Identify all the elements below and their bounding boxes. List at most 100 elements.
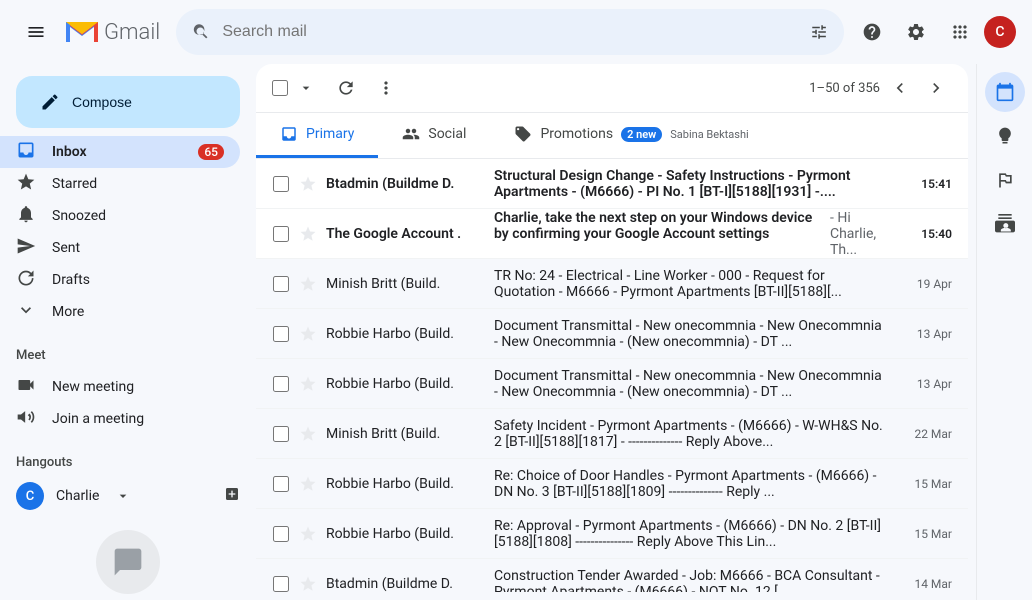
account-avatar[interactable]: C bbox=[984, 16, 1016, 48]
sender-1: Btadmin (Buildme D. bbox=[326, 176, 486, 192]
inbox-icon bbox=[16, 140, 36, 164]
sender-2: The Google Account . bbox=[326, 226, 486, 242]
sidebar-item-starred[interactable]: Starred bbox=[0, 168, 240, 200]
time-4: 13 Apr bbox=[902, 327, 952, 341]
starred-icon bbox=[16, 172, 36, 196]
email-row-5[interactable]: Robbie Harbo (Build. Document Transmitta… bbox=[256, 359, 968, 409]
email-checkbox-6[interactable] bbox=[272, 425, 290, 443]
sender-9: Btadmin (Buildme D. bbox=[326, 576, 486, 592]
star-7[interactable] bbox=[298, 475, 318, 493]
email-checkbox-5[interactable] bbox=[272, 375, 290, 393]
sidebar-item-snoozed[interactable]: Snoozed bbox=[0, 200, 240, 232]
tasks-icon-button[interactable] bbox=[985, 160, 1025, 200]
inbox-label: Inbox bbox=[52, 144, 198, 160]
meet-section: Meet New meeting Join a meeting bbox=[0, 332, 256, 435]
checkbox-5[interactable] bbox=[273, 376, 289, 392]
subject-9: Construction Tender Awarded - Job: M6666… bbox=[494, 568, 886, 593]
star-3[interactable] bbox=[298, 275, 318, 293]
star-8[interactable] bbox=[298, 525, 318, 543]
mail-toolbar: 1–50 of 356 bbox=[256, 64, 968, 113]
keep-icon-button[interactable] bbox=[985, 116, 1025, 156]
gmail-logo: Gmail bbox=[64, 18, 160, 46]
tab-primary[interactable]: Primary bbox=[256, 113, 378, 158]
email-row-7[interactable]: Robbie Harbo (Build. Re: Choice of Door … bbox=[256, 459, 968, 509]
email-row-4[interactable]: Robbie Harbo (Build. Document Transmitta… bbox=[256, 309, 968, 359]
email-checkbox-4[interactable] bbox=[272, 325, 290, 343]
primary-tab-label: Primary bbox=[306, 126, 354, 142]
sent-icon bbox=[16, 236, 36, 260]
checkbox-8[interactable] bbox=[273, 526, 289, 542]
checkbox-2[interactable] bbox=[273, 226, 289, 242]
hangout-avatar: C bbox=[16, 482, 44, 510]
email-list: Btadmin (Buildme D. Structural Design Ch… bbox=[256, 159, 968, 592]
prev-page-button[interactable] bbox=[884, 72, 916, 104]
checkbox-3[interactable] bbox=[273, 276, 289, 292]
email-row-2[interactable]: The Google Account . Charlie, take the n… bbox=[256, 209, 968, 259]
menu-button[interactable] bbox=[16, 12, 56, 52]
checkbox-1[interactable] bbox=[273, 176, 289, 192]
star-5[interactable] bbox=[298, 375, 318, 393]
topbar: Gmail C bbox=[0, 0, 1032, 64]
subject-preview-3: TR No: 24 - Electrical - Line Worker - 0… bbox=[494, 268, 886, 300]
email-checkbox-3[interactable] bbox=[272, 275, 290, 293]
checkbox-7[interactable] bbox=[273, 476, 289, 492]
email-checkbox-7[interactable] bbox=[272, 475, 290, 493]
email-row-1[interactable]: Btadmin (Buildme D. Structural Design Ch… bbox=[256, 159, 968, 209]
hangout-user-label: Charlie bbox=[56, 488, 99, 504]
sidebar-item-new-meeting[interactable]: New meeting bbox=[0, 371, 240, 403]
star-4[interactable] bbox=[298, 325, 318, 343]
tab-promotions[interactable]: Promotions 2 new Sabina Bektashi bbox=[490, 113, 772, 158]
calendar-icon-button[interactable] bbox=[985, 72, 1025, 112]
email-row-9[interactable]: Btadmin (Buildme D. Construction Tender … bbox=[256, 559, 968, 592]
time-7: 15 Mar bbox=[902, 477, 952, 491]
subject-preview-7: Re: Choice of Door Handles - Pyrmont Apa… bbox=[494, 468, 886, 500]
sidebar-item-sent[interactable]: Sent bbox=[0, 232, 240, 264]
more-options-button[interactable] bbox=[370, 72, 402, 104]
search-tune-icon[interactable] bbox=[810, 22, 828, 42]
contacts-icon-button[interactable] bbox=[985, 204, 1025, 244]
email-row-6[interactable]: Minish Britt (Build. Safety Incident - P… bbox=[256, 409, 968, 459]
hangout-user-item[interactable]: C Charlie bbox=[0, 478, 256, 514]
email-row-8[interactable]: Robbie Harbo (Build. Re: Approval - Pyrm… bbox=[256, 509, 968, 559]
star-1[interactable] bbox=[298, 175, 318, 193]
tab-social[interactable]: Social bbox=[378, 113, 490, 158]
subject-7: Re: Choice of Door Handles - Pyrmont Apa… bbox=[494, 468, 886, 500]
email-tabs: Primary Social Promotions 2 new Sabina B… bbox=[256, 113, 968, 159]
gmail-logo-text: Gmail bbox=[104, 20, 160, 45]
compose-icon bbox=[40, 92, 60, 112]
subject-3: TR No: 24 - Electrical - Line Worker - 0… bbox=[494, 268, 886, 300]
sender-5: Robbie Harbo (Build. bbox=[326, 376, 486, 392]
email-checkbox-8[interactable] bbox=[272, 525, 290, 543]
star-2[interactable] bbox=[298, 225, 318, 243]
sidebar-item-join-meeting[interactable]: Join a meeting bbox=[0, 403, 240, 435]
email-row-3[interactable]: Minish Britt (Build. TR No: 24 - Electri… bbox=[256, 259, 968, 309]
help-button[interactable] bbox=[852, 12, 892, 52]
email-checkbox-2[interactable] bbox=[272, 225, 290, 243]
page-info: 1–50 of 356 bbox=[809, 81, 880, 96]
select-all-checkbox[interactable] bbox=[272, 80, 288, 96]
sidebar-item-drafts[interactable]: Drafts bbox=[0, 264, 240, 296]
hangout-chevron-icon bbox=[115, 488, 131, 504]
settings-button[interactable] bbox=[896, 12, 936, 52]
subject-5: Document Transmittal - New onecommnia - … bbox=[494, 368, 886, 400]
search-input[interactable] bbox=[222, 23, 798, 41]
select-dropdown-button[interactable] bbox=[290, 72, 322, 104]
subject-1: Structural Design Change - Safety Instru… bbox=[494, 168, 886, 200]
refresh-button[interactable] bbox=[330, 72, 362, 104]
checkbox-6[interactable] bbox=[273, 426, 289, 442]
checkbox-4[interactable] bbox=[273, 326, 289, 342]
sender-7: Robbie Harbo (Build. bbox=[326, 476, 486, 492]
email-checkbox-9[interactable] bbox=[272, 575, 290, 593]
subject-preview-8: Re: Approval - Pyrmont Apartments - (M66… bbox=[494, 518, 886, 550]
star-9[interactable] bbox=[298, 575, 318, 593]
compose-button[interactable]: Compose bbox=[16, 76, 240, 128]
apps-button[interactable] bbox=[940, 12, 980, 52]
email-checkbox-1[interactable] bbox=[272, 175, 290, 193]
star-6[interactable] bbox=[298, 425, 318, 443]
subject-2: Charlie, take the next step on your Wind… bbox=[494, 210, 826, 258]
sidebar-item-inbox[interactable]: Inbox 65 bbox=[0, 136, 240, 168]
next-page-button[interactable] bbox=[920, 72, 952, 104]
sidebar-item-more[interactable]: More bbox=[0, 296, 240, 328]
checkbox-9[interactable] bbox=[273, 576, 289, 592]
add-hangout-icon[interactable] bbox=[224, 486, 240, 502]
